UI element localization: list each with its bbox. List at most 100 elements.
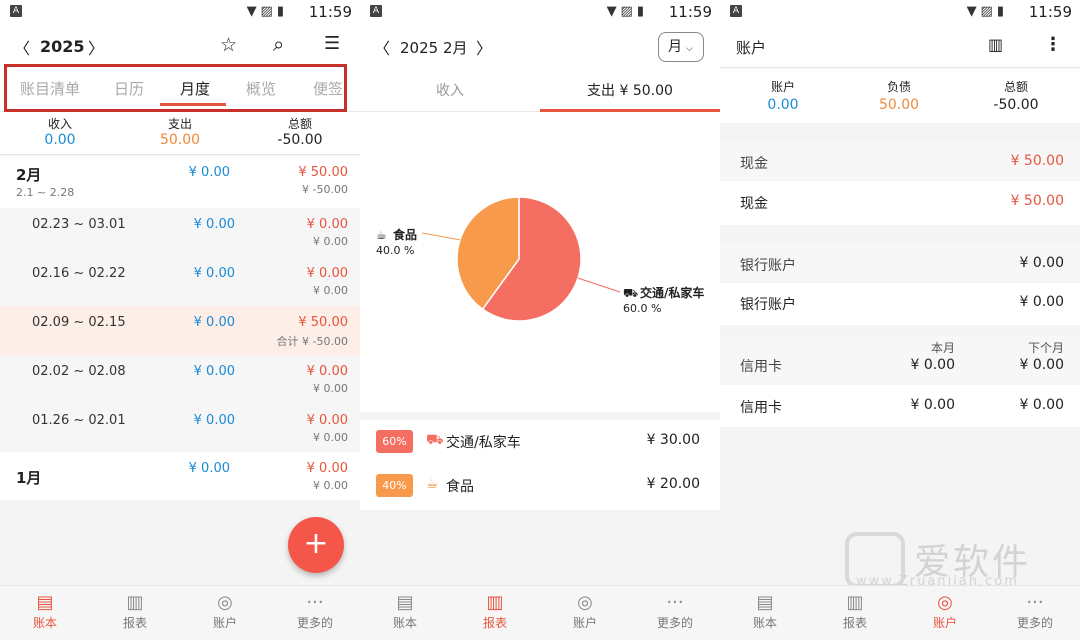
report-screen: A ▼▨▮ 11:59 〈 2025 2月 〉 月 ⌵ 收入 支出 ¥ 50.00… bbox=[360, 0, 720, 640]
search-icon[interactable]: ⌕ bbox=[273, 32, 284, 56]
month-expense: ¥ 50.00 bbox=[298, 165, 348, 180]
top-bar: 账户 ▥ ⋮ bbox=[720, 26, 1080, 68]
book-icon: ▤ bbox=[396, 592, 414, 613]
period-select[interactable]: 月 ⌵ bbox=[658, 32, 704, 62]
next-year-icon[interactable]: 〉 bbox=[88, 35, 104, 59]
week-total: 合计 ¥ -50.00 bbox=[276, 335, 348, 348]
week-expense: ¥ 0.00 bbox=[306, 217, 348, 232]
week-row[interactable]: 02.09 ~ 02.15 ¥ 0.00 ¥ 50.00 合计 ¥ -50.00 bbox=[0, 306, 360, 355]
period-title: 2025 2月 bbox=[400, 39, 468, 57]
month-income: ¥ 0.00 bbox=[188, 461, 230, 476]
nav-label: 报表 bbox=[842, 616, 867, 630]
prev-month-icon[interactable]: 〈 bbox=[374, 35, 390, 59]
star-icon[interactable]: ☆ bbox=[220, 34, 237, 56]
nav-account[interactable]: ◎ 账户 bbox=[180, 592, 270, 631]
account-label: 账户 bbox=[770, 80, 795, 94]
income-value: 0.00 bbox=[44, 132, 76, 148]
chevron-down-icon: ⌵ bbox=[686, 44, 693, 54]
nav-account[interactable]: ◎ 账户 bbox=[540, 592, 630, 631]
week-income: ¥ 0.00 bbox=[193, 266, 235, 281]
coins-icon: ◎ bbox=[937, 592, 953, 613]
category-percent-badge: 40% bbox=[376, 474, 413, 497]
nav-ledger[interactable]: ▤ 账本 bbox=[720, 592, 810, 631]
nav-label: 账户 bbox=[212, 616, 237, 630]
col-this-month: 本月 bbox=[930, 341, 955, 355]
account-cash[interactable]: 现金 ¥ 50.00 bbox=[720, 181, 1080, 225]
nav-ledger[interactable]: ▤ 账本 bbox=[360, 592, 450, 631]
bottom-nav: ▤ 账本 ▥ 报表 ◎ 账户 ··· 更多的 bbox=[720, 585, 1080, 640]
nav-more[interactable]: ··· 更多的 bbox=[270, 592, 360, 631]
debt-label: 负债 bbox=[886, 80, 911, 94]
more-vert-icon[interactable]: ⋮ bbox=[1044, 34, 1062, 55]
week-range: 02.02 ~ 02.08 bbox=[32, 364, 126, 379]
nav-label: 更多的 bbox=[296, 616, 333, 630]
account-value: 0.00 bbox=[767, 97, 799, 113]
month-range: 2.1 ~ 2.28 bbox=[16, 186, 75, 199]
status-bar: A ▼▨▮ 11:59 bbox=[360, 0, 720, 26]
nav-ledger[interactable]: ▤ 账本 bbox=[0, 592, 90, 631]
monthly-ledger-screen: A ▼▨▮ 11:59 〈 2025 〉 ☆ ⌕ ☰ 账目清单 日历 月度 概览… bbox=[0, 0, 360, 640]
highlight-box bbox=[4, 64, 347, 112]
account-name: 信用卡 bbox=[740, 400, 782, 416]
nav-report[interactable]: ▥ 报表 bbox=[90, 592, 180, 631]
add-entry-button[interactable]: + bbox=[288, 517, 344, 573]
nav-more[interactable]: ··· 更多的 bbox=[990, 592, 1080, 631]
week-total: ¥ 0.00 bbox=[313, 235, 348, 248]
month-name: 2月 bbox=[16, 166, 42, 184]
nav-report[interactable]: ▥ 报表 bbox=[810, 592, 900, 631]
nav-report[interactable]: ▥ 报表 bbox=[450, 592, 540, 631]
week-income: ¥ 0.00 bbox=[193, 217, 235, 232]
tab-expense[interactable]: 支出 ¥ 50.00 bbox=[540, 80, 720, 100]
bottom-nav: ▤ 账本 ▥ 报表 ◎ 账户 ··· 更多的 bbox=[360, 585, 720, 640]
nav-label: 账户 bbox=[572, 616, 597, 630]
week-income: ¥ 0.00 bbox=[193, 364, 235, 379]
week-expense: ¥ 0.00 bbox=[306, 413, 348, 428]
status-bar: A ▼▨▮ 11:59 bbox=[720, 0, 1080, 26]
accounts-summary: 账户 0.00 负债 50.00 总额 -50.00 bbox=[720, 69, 1080, 123]
app-badge-icon: A bbox=[10, 5, 22, 17]
group-name: 信用卡 bbox=[740, 359, 782, 375]
tab-income[interactable]: 收入 bbox=[360, 80, 540, 100]
status-icons: ▼▨▮ bbox=[606, 4, 648, 19]
week-row[interactable]: 02.23 ~ 03.01 ¥ 0.00 ¥ 0.00 ¥ 0.00 bbox=[0, 208, 360, 257]
expense-value: 50.00 bbox=[159, 132, 201, 148]
account-next-month: ¥ 0.00 bbox=[1019, 397, 1064, 413]
car-icon: ⛟ bbox=[426, 432, 444, 448]
income-label: 收入 bbox=[47, 117, 72, 131]
nav-more[interactable]: ··· 更多的 bbox=[630, 592, 720, 631]
month-total: ¥ 0.00 bbox=[313, 479, 348, 492]
next-month-icon[interactable]: 〉 bbox=[476, 35, 492, 59]
prev-year-icon[interactable]: 〈 bbox=[14, 35, 30, 59]
coins-icon: ◎ bbox=[217, 592, 233, 613]
coins-icon: ◎ bbox=[577, 592, 593, 613]
account-name: 现金 bbox=[740, 196, 768, 212]
pie-label-percent: 40.0 % bbox=[376, 244, 414, 257]
week-row[interactable]: 02.02 ~ 02.08 ¥ 0.00 ¥ 0.00 ¥ 0.00 bbox=[0, 355, 360, 404]
status-bar: A ▼▨▮ 11:59 bbox=[0, 0, 360, 26]
group-credit[interactable]: 信用卡 本月 下个月 ¥ 0.00 ¥ 0.00 bbox=[720, 336, 1080, 384]
month-row-jan[interactable]: 1月 ¥ 0.00 ¥ 0.00 ¥ 0.00 bbox=[0, 452, 360, 500]
filter-icon[interactable]: ☰ bbox=[324, 33, 340, 54]
status-icons: ▼▨▮ bbox=[246, 4, 288, 19]
group-name: 银行账户 bbox=[740, 258, 796, 274]
bar-chart-icon: ▥ bbox=[846, 592, 864, 613]
week-row[interactable]: 01.26 ~ 02.01 ¥ 0.00 ¥ 0.00 ¥ 0.00 bbox=[0, 404, 360, 453]
bar-chart-icon[interactable]: ▥ bbox=[988, 35, 1003, 54]
account-bank[interactable]: 银行账户 ¥ 0.00 bbox=[720, 283, 1080, 325]
total-label: 总额 bbox=[1003, 80, 1028, 94]
status-time: 11:59 bbox=[308, 3, 352, 21]
group-name: 现金 bbox=[740, 156, 768, 172]
account-this-month: ¥ 0.00 bbox=[910, 397, 955, 413]
week-range: 02.16 ~ 02.22 bbox=[32, 266, 126, 281]
week-range: 01.26 ~ 02.01 bbox=[32, 413, 126, 428]
group-cash[interactable]: 现金 ¥ 50.00 bbox=[720, 142, 1080, 180]
nav-account[interactable]: ◎ 账户 bbox=[900, 592, 990, 631]
account-credit[interactable]: 信用卡 ¥ 0.00 ¥ 0.00 bbox=[720, 385, 1080, 427]
month-row-feb[interactable]: 2月 2.1 ~ 2.28 ¥ 0.00 ¥ 50.00 ¥ -50.00 bbox=[0, 156, 360, 208]
week-row[interactable]: 02.16 ~ 02.22 ¥ 0.00 ¥ 0.00 ¥ 0.00 bbox=[0, 257, 360, 306]
app-badge-icon: A bbox=[370, 5, 382, 17]
group-bank[interactable]: 银行账户 ¥ 0.00 bbox=[720, 244, 1080, 282]
month-total: ¥ -50.00 bbox=[302, 183, 348, 196]
leader-line-food bbox=[421, 232, 461, 241]
group-next-month: ¥ 0.00 bbox=[1019, 357, 1064, 373]
